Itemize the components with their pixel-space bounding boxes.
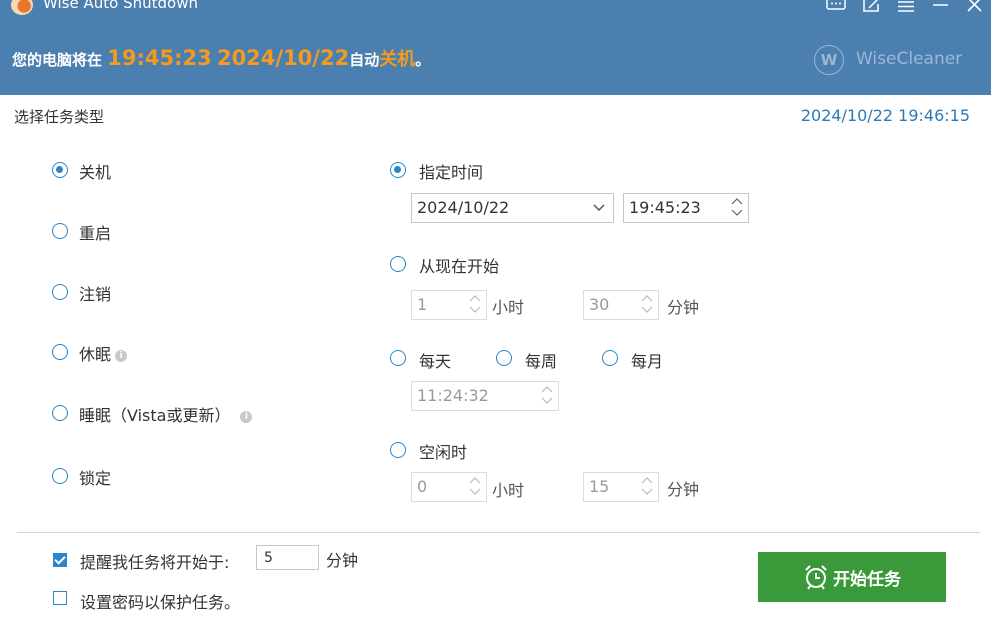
label-daily[interactable]: 每天 xyxy=(419,348,451,372)
remind-label[interactable]: 提醒我任务将开始于: xyxy=(80,549,229,573)
banner-action: 关机 xyxy=(379,49,416,70)
from-now-minutes-value: 30 xyxy=(589,295,610,314)
spin-down-icon[interactable] xyxy=(641,488,653,498)
shutdown-banner: 您的电脑将在 19:45:23 2024/10/22自动关机。 xyxy=(12,45,430,71)
spin-down-icon[interactable] xyxy=(641,306,653,316)
divider xyxy=(17,532,980,533)
label-idle[interactable]: 空闲时 xyxy=(419,439,467,463)
banner-date: 2024/10/22 xyxy=(216,46,350,70)
hours-spinner[interactable] xyxy=(466,291,484,319)
radio-restart[interactable] xyxy=(52,223,68,239)
start-task-button[interactable]: 开始任务 xyxy=(758,552,946,602)
menu-icon[interactable] xyxy=(896,0,916,14)
recurring-time-value: 11:24:32 xyxy=(417,386,489,405)
banner-time: 19:45:23 xyxy=(107,46,212,70)
start-task-label: 开始任务 xyxy=(833,570,901,590)
spin-up-icon[interactable] xyxy=(541,385,553,395)
spin-up-icon[interactable] xyxy=(469,476,481,486)
idle-hours-input[interactable]: 0 xyxy=(411,472,487,502)
label-hibernate[interactable]: 休眠 xyxy=(79,345,111,364)
spin-down-icon[interactable] xyxy=(469,306,481,316)
sleep-option[interactable]: 睡眠（Vista或更新） i xyxy=(79,402,253,426)
radio-sleep[interactable] xyxy=(52,405,68,421)
idle-minutes-input[interactable]: 15 xyxy=(583,472,659,502)
radio-weekly[interactable] xyxy=(496,350,512,366)
time-field[interactable]: 19:45:23 xyxy=(623,193,749,223)
radio-idle[interactable] xyxy=(390,442,406,458)
header-bar: Wise Auto Shutdown 您的电脑将在 19:45:23 2024/… xyxy=(0,0,991,95)
remind-unit: 分钟 xyxy=(326,551,359,570)
label-specified-time[interactable]: 指定时间 xyxy=(419,159,483,183)
label-monthly[interactable]: 每月 xyxy=(631,348,663,372)
radio-specified-time[interactable] xyxy=(390,162,406,178)
remind-minutes-input[interactable]: 5 xyxy=(256,545,319,570)
spin-up-icon[interactable] xyxy=(731,197,743,207)
banner-suffix: 。 xyxy=(415,51,431,69)
info-icon[interactable]: i xyxy=(240,410,253,423)
idle-hours-spinner[interactable] xyxy=(466,473,484,501)
banner-middle: 自动 xyxy=(349,51,380,69)
window-title: Wise Auto Shutdown xyxy=(43,0,198,12)
minutes-spinner[interactable] xyxy=(638,291,656,319)
wisecleaner-logo-icon: W xyxy=(814,45,844,75)
idle-hours-unit: 小时 xyxy=(492,481,525,500)
spin-down-icon[interactable] xyxy=(541,397,553,407)
spin-up-icon[interactable] xyxy=(641,476,653,486)
spin-up-icon[interactable] xyxy=(469,294,481,304)
banner-prefix: 您的电脑将在 xyxy=(12,51,103,69)
idle-hours-value: 0 xyxy=(417,477,428,496)
radio-logoff[interactable] xyxy=(52,284,68,300)
remind-minutes-value: 5 xyxy=(264,550,273,566)
idle-minutes-value: 15 xyxy=(589,477,610,496)
feedback-icon[interactable] xyxy=(826,0,846,14)
from-now-hours-input[interactable]: 1 xyxy=(411,290,487,320)
label-shutdown[interactable]: 关机 xyxy=(79,159,111,183)
recurring-time-spinner[interactable] xyxy=(538,382,556,410)
brand-name: WiseCleaner xyxy=(856,49,963,69)
radio-from-now[interactable] xyxy=(390,256,406,272)
label-restart[interactable]: 重启 xyxy=(79,220,111,244)
current-time: 2024/10/22 19:46:15 xyxy=(800,106,970,125)
label-lock[interactable]: 锁定 xyxy=(79,465,111,489)
password-checkbox[interactable] xyxy=(53,591,67,605)
spin-down-icon[interactable] xyxy=(469,488,481,498)
time-value: 19:45:23 xyxy=(629,198,701,217)
date-picker[interactable]: 2024/10/22 xyxy=(411,193,614,223)
recurring-time-field[interactable]: 11:24:32 xyxy=(411,381,559,411)
minutes-unit: 分钟 xyxy=(667,298,700,317)
minimize-icon[interactable] xyxy=(931,0,951,14)
password-label[interactable]: 设置密码以保护任务。 xyxy=(80,589,240,613)
spin-down-icon[interactable] xyxy=(731,209,743,219)
time-spinner[interactable] xyxy=(728,194,746,222)
radio-daily[interactable] xyxy=(390,350,406,366)
radio-monthly[interactable] xyxy=(602,350,618,366)
radio-hibernate[interactable] xyxy=(52,344,68,360)
radio-lock[interactable] xyxy=(52,468,68,484)
remind-checkbox[interactable] xyxy=(53,553,67,567)
label-weekly[interactable]: 每周 xyxy=(525,348,557,372)
radio-shutdown[interactable] xyxy=(52,162,68,178)
spin-up-icon[interactable] xyxy=(641,294,653,304)
hibernate-option[interactable]: 休眠 i xyxy=(79,341,128,365)
label-logoff[interactable]: 注销 xyxy=(79,281,111,305)
close-icon[interactable] xyxy=(965,0,985,14)
date-value: 2024/10/22 xyxy=(417,198,510,217)
app-logo xyxy=(11,0,33,15)
edit-icon[interactable] xyxy=(862,0,882,14)
from-now-minutes-input[interactable]: 30 xyxy=(583,290,659,320)
task-type-heading: 选择任务类型 xyxy=(14,108,105,126)
chevron-down-icon[interactable] xyxy=(593,204,605,212)
from-now-hours-value: 1 xyxy=(417,295,428,314)
label-from-now[interactable]: 从现在开始 xyxy=(419,253,499,277)
idle-minutes-spinner[interactable] xyxy=(638,473,656,501)
info-icon[interactable]: i xyxy=(115,349,128,362)
idle-minutes-unit: 分钟 xyxy=(667,480,700,499)
alarm-clock-icon xyxy=(805,565,827,590)
hours-unit: 小时 xyxy=(492,298,525,317)
label-sleep[interactable]: 睡眠（Vista或更新） xyxy=(79,406,230,425)
